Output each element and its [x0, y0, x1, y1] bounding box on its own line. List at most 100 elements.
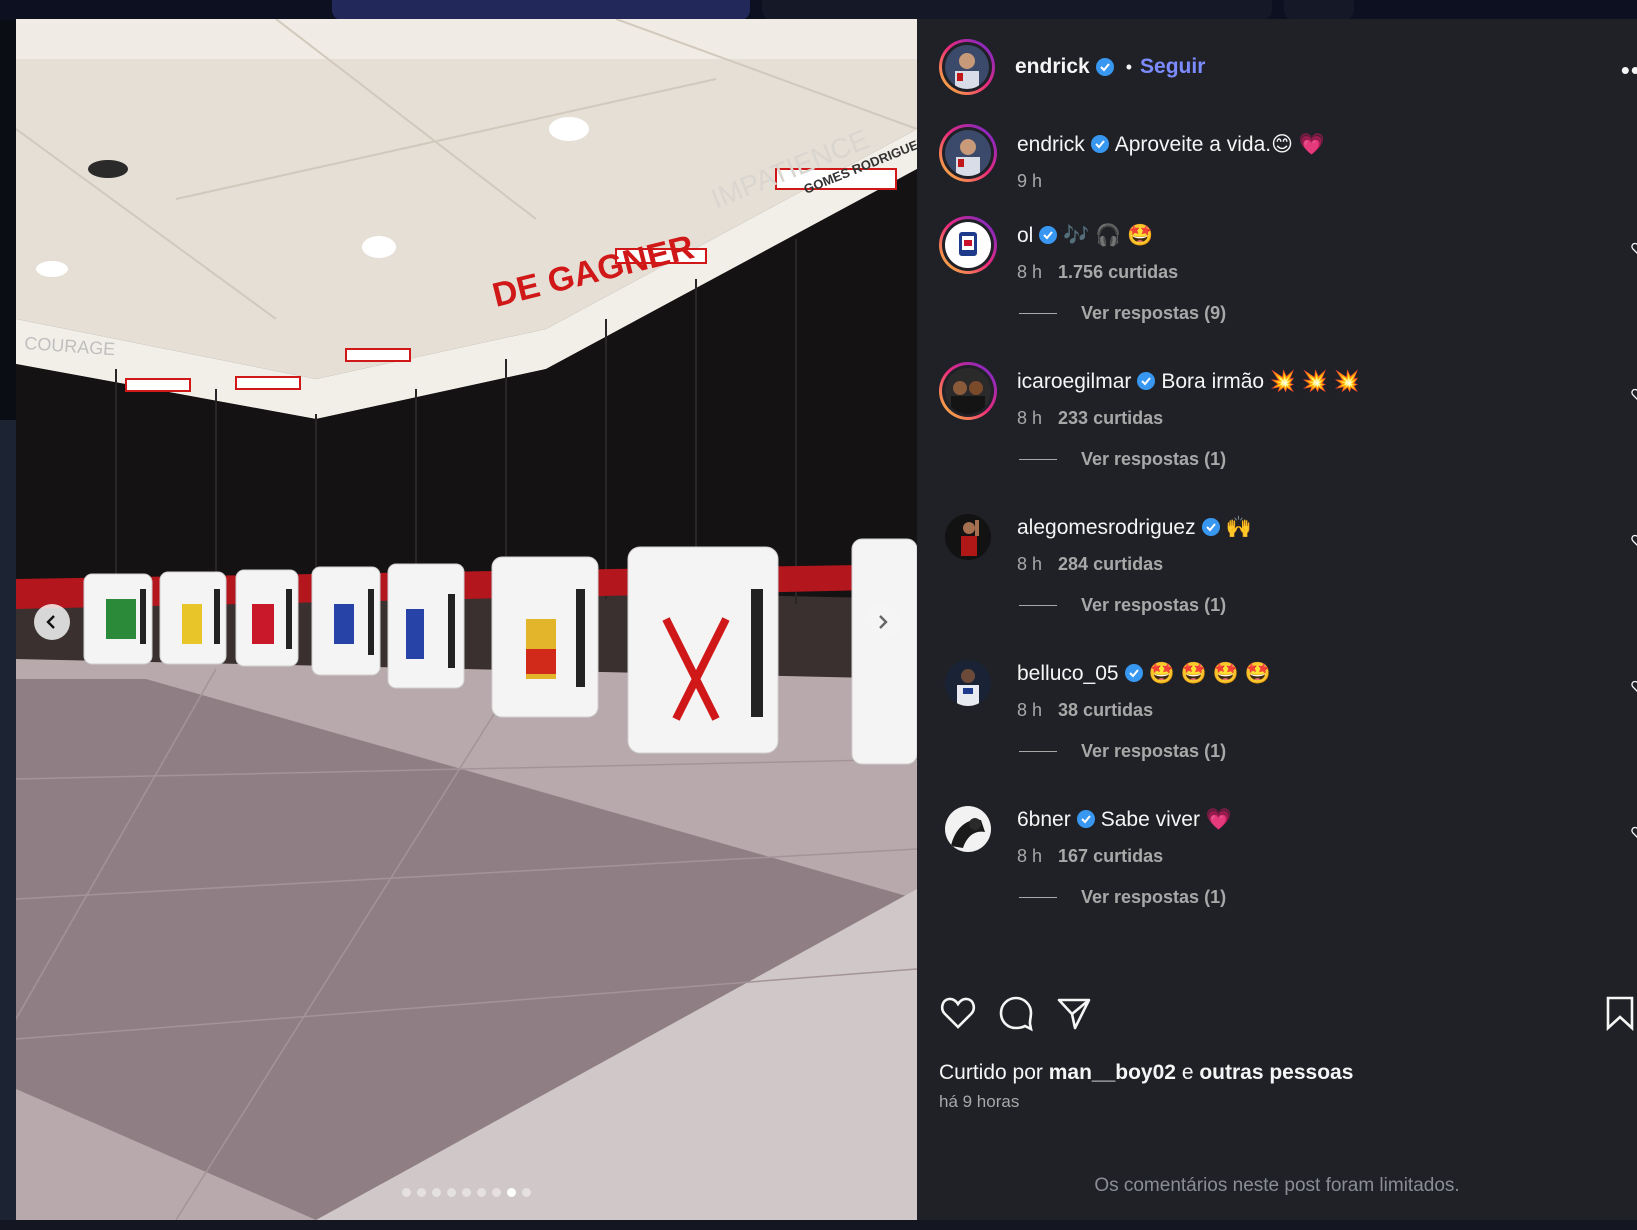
- comment-time[interactable]: 8 h: [1017, 554, 1042, 574]
- comment-username[interactable]: icaroegilmar: [1017, 370, 1131, 393]
- comment-avatar[interactable]: [939, 362, 997, 420]
- comment: ol 🎶 🎧 🤩 8 h 1.756 curtidas: [939, 216, 1637, 283]
- liked-by-others[interactable]: outras pessoas: [1199, 1061, 1353, 1084]
- comment-time[interactable]: 8 h: [1017, 846, 1042, 866]
- verified-icon: [1095, 58, 1114, 76]
- next-slide-button[interactable]: [864, 604, 900, 640]
- comment-time[interactable]: 8 h: [1017, 700, 1042, 720]
- comment-likes[interactable]: 284 curtidas: [1058, 554, 1163, 574]
- comments-limited-notice: Os comentários neste post foram limitado…: [1094, 1175, 1460, 1196]
- comment-username[interactable]: ol: [1017, 224, 1033, 247]
- comment-icon[interactable]: [997, 994, 1035, 1032]
- comment-time[interactable]: 8 h: [1017, 262, 1042, 282]
- view-replies-label: Ver respostas (1): [1081, 887, 1227, 907]
- slide-dot: [477, 1188, 486, 1197]
- follow-button[interactable]: Seguir: [1140, 55, 1205, 79]
- background-button: [1284, 0, 1354, 20]
- heart-icon[interactable]: [1631, 534, 1637, 548]
- comment: belluco_05 🤩 🤩 🤩 🤩 8 h 38 curtidas: [939, 654, 1637, 721]
- view-replies-label: Ver respostas (1): [1081, 449, 1227, 469]
- more-icon[interactable]: •••: [1621, 55, 1637, 86]
- replies-divider: [1019, 313, 1057, 314]
- caption-time[interactable]: 9 h: [1017, 171, 1042, 191]
- post-photo: COURAGE DE GAGNER IMPATIENCE GOMES RODRI…: [16, 19, 917, 1220]
- slide-dot: [417, 1188, 426, 1197]
- likes-conj: e: [1181, 1061, 1194, 1084]
- comment-username[interactable]: belluco_05: [1017, 662, 1119, 685]
- comment-time[interactable]: 8 h: [1017, 408, 1042, 428]
- slide-dot: [432, 1188, 441, 1197]
- posted-time[interactable]: há 9 horas: [939, 1092, 1019, 1112]
- previous-slide-button[interactable]: [34, 604, 70, 640]
- comment: 6bner Sabe viver 💗 8 h 167 curtidas: [939, 800, 1637, 867]
- comment-avatar[interactable]: [939, 654, 997, 712]
- heart-icon[interactable]: [1631, 242, 1637, 256]
- slide-dot: [492, 1188, 501, 1197]
- comment-likes[interactable]: 167 curtidas: [1058, 846, 1163, 866]
- replies-divider: [1019, 605, 1057, 606]
- bookmark-icon[interactable]: [1601, 994, 1637, 1032]
- verified-icon: [1076, 810, 1095, 828]
- view-replies-button[interactable]: Ver respostas (1): [1019, 887, 1637, 908]
- slide-dot: [447, 1188, 456, 1197]
- slide-dot: [402, 1188, 411, 1197]
- comment-avatar[interactable]: [939, 216, 997, 274]
- comment-block: icaroegilmar Bora irmão 💥 💥 💥 8 h 233 curti…: [939, 362, 1637, 508]
- chevron-right-icon: [879, 615, 888, 629]
- verified-icon: [1090, 135, 1109, 153]
- heart-icon[interactable]: [1631, 680, 1637, 694]
- caption-text: Aproveite a vida.😊 💗: [1114, 133, 1326, 156]
- post-header: endrick • Seguir •••: [939, 37, 1637, 97]
- background-bottom-edge: [0, 1220, 1637, 1230]
- replies-divider: [1019, 897, 1057, 898]
- caption-username[interactable]: endrick: [1017, 133, 1085, 156]
- comment-avatar[interactable]: [939, 508, 997, 566]
- post-caption: endrick Aproveite a vida.😊 💗 9 h: [939, 124, 1637, 216]
- heart-icon[interactable]: [1631, 826, 1637, 840]
- replies-divider: [1019, 459, 1057, 460]
- slide-dot: [522, 1188, 531, 1197]
- action-bar: [939, 994, 1637, 1038]
- author-avatar[interactable]: [939, 39, 995, 95]
- comment-text: Bora irmão 💥 💥 💥: [1161, 370, 1361, 393]
- view-replies-label: Ver respostas (1): [1081, 741, 1227, 761]
- comment-text: 🎶 🎧 🤩: [1063, 224, 1154, 247]
- verified-icon: [1039, 226, 1058, 244]
- view-replies-label: Ver respostas (1): [1081, 595, 1227, 615]
- comment-likes[interactable]: 38 curtidas: [1058, 700, 1153, 720]
- comment-text: Sabe viver 💗: [1100, 808, 1232, 831]
- header-separator: •: [1125, 56, 1133, 77]
- liked-by-user[interactable]: man__boy02: [1049, 1061, 1176, 1084]
- slide-dot: [507, 1188, 516, 1197]
- post-side-panel: endrick • Seguir ••• endrick Aproveite a …: [917, 19, 1637, 1220]
- comment-username[interactable]: alegomesrodriguez: [1017, 516, 1196, 539]
- view-replies-button[interactable]: Ver respostas (9): [1019, 303, 1637, 324]
- likes-summary: Curtido por man__boy02 e outras pessoas: [939, 1061, 1353, 1085]
- view-replies-button[interactable]: Ver respostas (1): [1019, 449, 1637, 470]
- background-tab: [332, 0, 750, 20]
- replies-divider: [1019, 751, 1057, 752]
- heart-icon[interactable]: [1631, 388, 1637, 402]
- comment: alegomesrodriguez 🙌 8 h 284 curtidas: [939, 508, 1637, 575]
- comments-list: endrick Aproveite a vida.😊 💗 9 h ol 🎶 🎧 🤩 8…: [939, 124, 1637, 946]
- comment-likes[interactable]: 1.756 curtidas: [1058, 262, 1178, 282]
- view-replies-button[interactable]: Ver respostas (1): [1019, 595, 1637, 616]
- comment-username[interactable]: 6bner: [1017, 808, 1071, 831]
- share-icon[interactable]: [1055, 994, 1093, 1032]
- view-replies-label: Ver respostas (9): [1081, 303, 1227, 323]
- author-username[interactable]: endrick: [1015, 55, 1090, 79]
- comment: icaroegilmar Bora irmão 💥 💥 💥 8 h 233 curti…: [939, 362, 1637, 429]
- chevron-left-icon: [46, 615, 55, 629]
- verified-icon: [1137, 372, 1156, 390]
- likes-prefix: Curtido por: [939, 1061, 1043, 1084]
- view-replies-button[interactable]: Ver respostas (1): [1019, 741, 1637, 762]
- comment-avatar[interactable]: [939, 800, 997, 858]
- comment-likes[interactable]: 233 curtidas: [1058, 408, 1163, 428]
- caption-avatar[interactable]: [939, 124, 997, 182]
- heart-icon[interactable]: [939, 994, 977, 1032]
- verified-icon: [1124, 664, 1143, 682]
- comment-text: 🤩 🤩 🤩 🤩: [1148, 662, 1271, 685]
- comment-block: 6bner Sabe viver 💗 8 h 167 curtidas Ver resp…: [939, 800, 1637, 946]
- background-left-edge: [0, 420, 16, 1220]
- slide-dot: [462, 1188, 471, 1197]
